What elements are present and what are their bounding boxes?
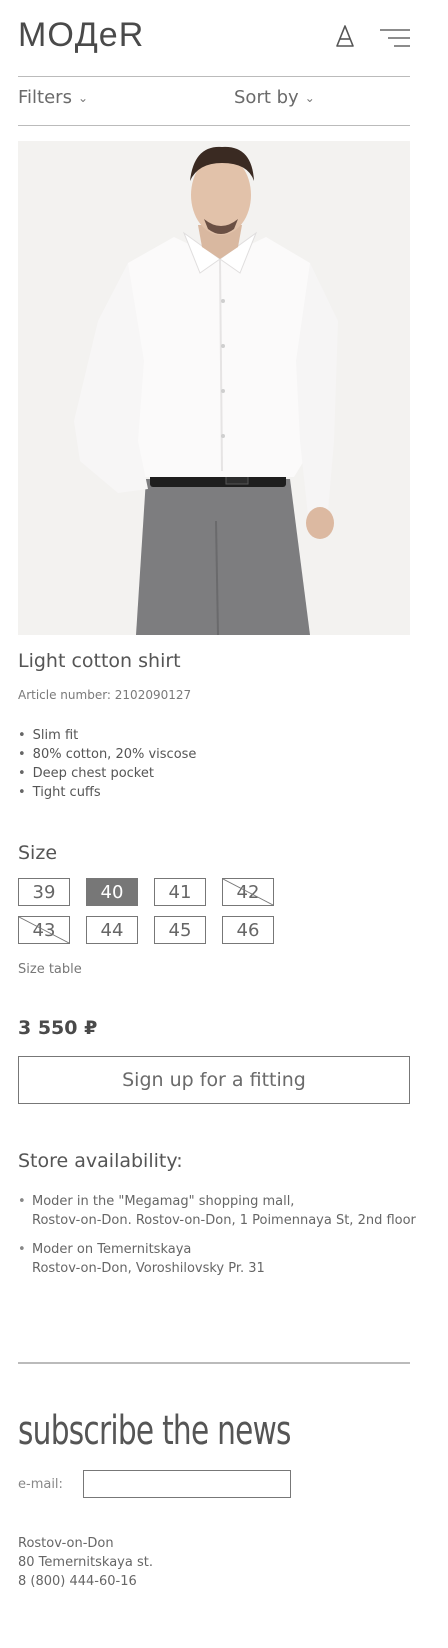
size-selector: 39 40 41 42 43 44 45 46: [18, 878, 298, 946]
contact-address: Rostov-on-Don 80 Temernitskaya st. 8 (80…: [18, 1534, 153, 1591]
filters-label: Filters: [18, 87, 72, 108]
store-name: Moder on Temernitskaya: [32, 1242, 192, 1257]
site-header: MOДeR: [18, 14, 410, 54]
store-name: Moder in the "Megamag" shopping mall,: [32, 1194, 295, 1209]
filters-dropdown[interactable]: Filters ⌄: [18, 87, 88, 108]
footer-divider: [18, 1362, 410, 1364]
unavailable-strike-icon: [19, 917, 69, 943]
sign-up-fitting-button[interactable]: Sign up for a fitting: [18, 1056, 410, 1104]
store-availability-heading: Store availability:: [18, 1150, 183, 1172]
phone-number[interactable]: 8 (800) 444-60-16: [18, 1572, 153, 1591]
size-option-43[interactable]: 43: [18, 916, 70, 944]
store-item: Moder in the "Megamag" shopping mall, Ro…: [18, 1192, 438, 1230]
feature-item: Slim fit: [18, 726, 196, 745]
subscribe-heading: subscribe the news: [18, 1408, 291, 1454]
product-price: 3 550 ₽: [18, 1017, 98, 1039]
size-option-42[interactable]: 42: [222, 878, 274, 906]
store-item: Moder on Temernitskaya Rostov-on-Don, Vo…: [18, 1240, 438, 1278]
feature-item: Tight cuffs: [18, 783, 196, 802]
article-number: Article number: 2102090127: [18, 688, 191, 702]
size-label: 39: [32, 881, 56, 903]
chevron-down-icon: ⌄: [304, 90, 315, 105]
size-label: 41: [168, 881, 192, 903]
product-title: Light cotton shirt: [18, 650, 181, 672]
feature-item: 80% cotton, 20% viscose: [18, 745, 197, 764]
store-address: Rostov-on-Don. Rostov-on-Don, 1 Poimenna…: [32, 1213, 416, 1228]
article-label: Article number: 2102090127: [18, 688, 192, 702]
sort-by-label: Sort by: [234, 87, 299, 108]
email-label: e-mail:: [18, 1477, 63, 1492]
sort-by-dropdown[interactable]: Sort by ⌄: [234, 87, 315, 108]
site-logo[interactable]: MOДeR: [18, 16, 144, 55]
unavailable-strike-icon: [223, 879, 273, 905]
size-option-40[interactable]: 40: [86, 878, 138, 906]
size-label: 40: [100, 881, 124, 903]
feature-item: Deep chest pocket: [18, 764, 196, 783]
address-city: Rostov-on-Don: [18, 1536, 114, 1551]
store-address: Rostov-on-Don, Voroshilovsky Pr. 31: [32, 1261, 265, 1276]
address-street: 80 Temernitskaya st.: [18, 1555, 153, 1570]
size-option-46[interactable]: 46: [222, 916, 274, 944]
feature-list: Slim fit 80% cotton, 20% viscose Deep ch…: [18, 726, 197, 802]
size-option-39[interactable]: 39: [18, 878, 70, 906]
store-list: Moder in the "Megamag" shopping mall, Ro…: [18, 1192, 438, 1288]
size-option-44[interactable]: 44: [86, 916, 138, 944]
size-label: 46: [236, 919, 260, 941]
size-label: 45: [168, 919, 192, 941]
size-table-link[interactable]: Size table: [18, 962, 82, 977]
email-field[interactable]: [83, 1470, 291, 1498]
size-option-45[interactable]: 45: [154, 916, 206, 944]
size-option-41[interactable]: 41: [154, 878, 206, 906]
product-photo: [18, 141, 410, 635]
shopping-bag-icon[interactable]: [334, 24, 356, 48]
filter-sort-bar: Filters ⌄ Sort by ⌄: [18, 76, 410, 126]
size-heading: Size: [18, 842, 58, 864]
chevron-down-icon: ⌄: [77, 90, 89, 105]
hamburger-menu-icon[interactable]: [380, 28, 410, 48]
size-label: 44: [100, 919, 124, 941]
